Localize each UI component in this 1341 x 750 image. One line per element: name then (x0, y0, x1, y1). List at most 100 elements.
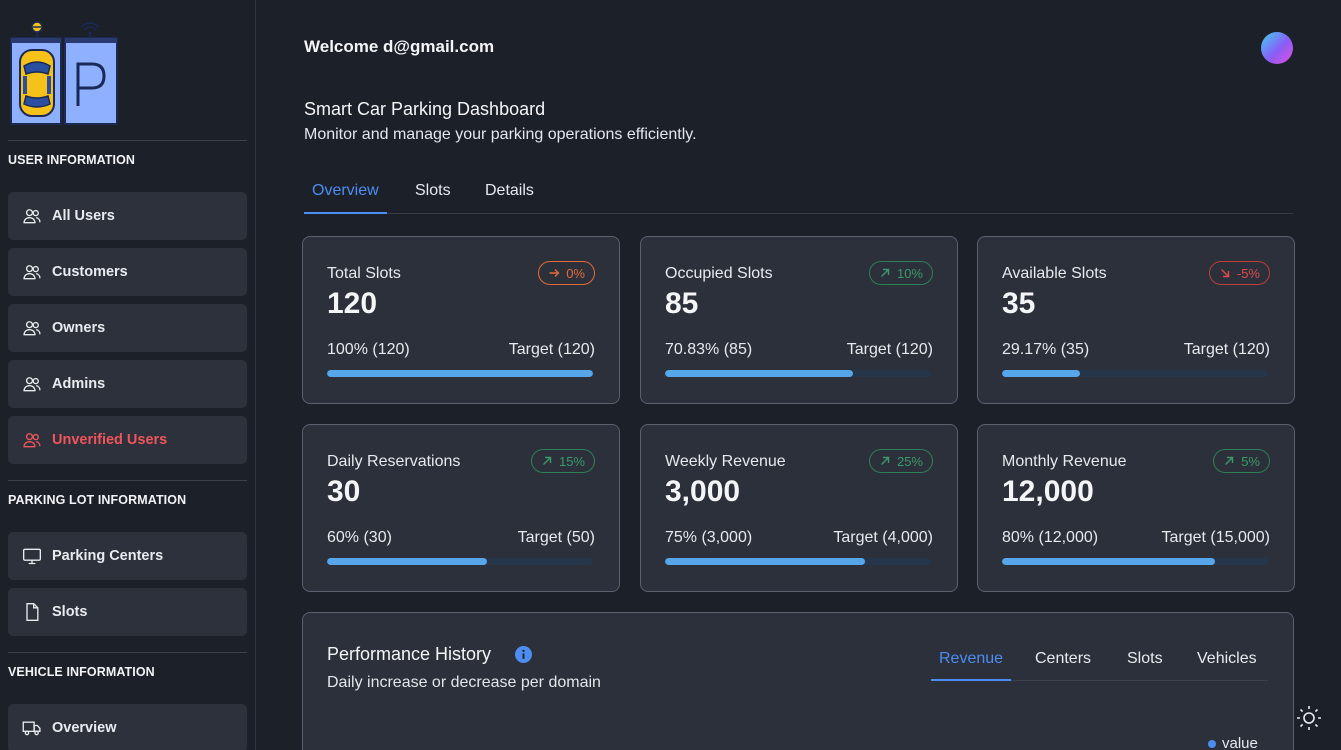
users-icon (23, 377, 41, 392)
badge-text: -5% (1236, 265, 1260, 281)
progress-bar (1002, 558, 1268, 565)
arrow-up-right-icon (1225, 456, 1234, 465)
card-label: Available Slots (1002, 265, 1107, 282)
tab-slots-perf[interactable]: Slots (1119, 650, 1171, 681)
progress-fill (665, 370, 854, 377)
card-label: Occupied Slots (665, 265, 773, 282)
stat-card-occupied-slots: Occupied Slots 85 10% 70.83% (85) Target… (640, 236, 958, 404)
welcome-text: Welcome d@gmail.com (304, 37, 495, 56)
sidebar-item-all-users[interactable]: All Users (8, 192, 247, 240)
progress-bar (1002, 370, 1268, 377)
trend-badge: 10% (868, 261, 933, 285)
card-value: 85 (665, 287, 699, 320)
progress-fill (1002, 558, 1215, 565)
sidebar-divider (8, 480, 247, 481)
stat-card-monthly-revenue: Monthly Revenue 12,000 5% 80% (12,000) T… (977, 424, 1295, 592)
sidebar-item-label: Parking Centers (52, 548, 164, 564)
sidebar-item-label: Admins (52, 376, 106, 392)
performance-history-panel: Performance History Daily increase or de… (302, 612, 1294, 750)
tab-overview[interactable]: Overview (304, 182, 387, 214)
progress-fill (327, 558, 487, 565)
progress-fill (1002, 370, 1080, 377)
performance-title: Performance History (327, 644, 492, 664)
truck-icon (22, 721, 41, 736)
sidebar-item-label: Overview (52, 720, 117, 736)
tab-vehicles[interactable]: Vehicles (1189, 650, 1265, 681)
sidebar-item-parking-centers[interactable]: Parking Centers (8, 532, 247, 580)
sidebar-item-admins[interactable]: Admins (8, 360, 247, 408)
arrow-right-icon (549, 269, 560, 277)
tab-details[interactable]: Details (477, 182, 542, 214)
sidebar-item-owners[interactable]: Owners (8, 304, 247, 352)
badge-text: 0% (566, 265, 585, 281)
chart-legend: value (1208, 735, 1258, 750)
avatar[interactable] (1261, 32, 1293, 64)
badge-text: 5% (1241, 453, 1260, 469)
monitor-icon (23, 548, 41, 565)
sidebar-item-label: Unverified Users (52, 432, 168, 448)
card-label: Daily Reservations (327, 453, 461, 470)
card-label: Monthly Revenue (1002, 453, 1127, 470)
arrow-up-right-icon (880, 268, 890, 277)
section-parking-lot-information: PARKING LOT INFORMATION (8, 493, 187, 507)
sidebar-item-vehicle-overview[interactable]: Overview (8, 704, 247, 750)
trend-badge: 0% (538, 261, 595, 285)
card-value: 120 (327, 287, 378, 320)
card-target: Target (15,000) (1161, 529, 1270, 546)
sidebar-item-customers[interactable]: Customers (8, 248, 247, 296)
card-percent: 70.83% (85) (665, 341, 753, 358)
tab-revenue[interactable]: Revenue (931, 650, 1012, 681)
card-label: Total Slots (327, 265, 401, 282)
card-target: Target (120) (508, 341, 595, 358)
card-percent: 80% (12,000) (1002, 529, 1099, 546)
trend-badge: 25% (868, 449, 933, 473)
sidebar-divider (8, 652, 247, 653)
arrow-up-right-icon (542, 456, 552, 465)
page-title: Smart Car Parking Dashboard (304, 99, 546, 119)
section-user-information: USER INFORMATION (8, 153, 136, 167)
legend-dot (1208, 739, 1216, 748)
tab-centers[interactable]: Centers (1027, 650, 1099, 681)
card-target: Target (50) (517, 529, 595, 546)
progress-fill (665, 558, 865, 565)
sidebar: USER INFORMATION All Users Customers Own… (0, 0, 256, 750)
users-icon (23, 209, 41, 224)
info-icon[interactable] (515, 646, 532, 663)
performance-tabs: Revenue Centers Slots Vehicles (931, 645, 1268, 681)
progress-bar (665, 370, 931, 377)
sidebar-item-label: Slots (52, 604, 88, 620)
stat-card-total-slots: Total Slots 120 0% 100% (120) Target (12… (302, 236, 620, 404)
progress-bar (327, 558, 593, 565)
card-value: 35 (1002, 287, 1036, 320)
tab-slots[interactable]: Slots (407, 182, 459, 214)
badge-text: 15% (558, 453, 585, 469)
card-label: Weekly Revenue (665, 453, 786, 470)
badge-text: 10% (896, 265, 923, 281)
card-value: 12,000 (1002, 475, 1094, 508)
card-percent: 75% (3,000) (665, 529, 753, 546)
card-target: Target (120) (846, 341, 933, 358)
card-value: 3,000 (665, 475, 741, 508)
section-vehicle-information: VEHICLE INFORMATION (8, 665, 155, 679)
users-icon (23, 265, 41, 280)
file-icon (26, 603, 39, 621)
trend-badge: -5% (1208, 261, 1270, 285)
card-target: Target (4,000) (833, 529, 933, 546)
sun-icon[interactable] (1294, 703, 1324, 733)
arrow-up-right-icon (880, 456, 890, 465)
main-content: Welcome d@gmail.com Smart Car Parking Da… (302, 0, 1295, 750)
sidebar-item-label: Customers (52, 264, 128, 280)
sidebar-item-unverified-users[interactable]: Unverified Users (8, 416, 247, 464)
page-subtitle: Monitor and manage your parking operatio… (304, 126, 697, 143)
progress-bar (665, 558, 931, 565)
sidebar-item-label: All Users (52, 208, 115, 224)
sidebar-item-label: Owners (52, 320, 106, 336)
progress-bar (327, 370, 593, 377)
card-percent: 100% (120) (327, 341, 410, 358)
legend-label: value (1222, 735, 1258, 750)
main-tabs: Overview Slots Details (304, 172, 1293, 214)
performance-subtitle: Daily increase or decrease per domain (327, 674, 601, 691)
sidebar-divider (8, 140, 247, 141)
card-value: 30 (327, 475, 361, 508)
sidebar-item-slots[interactable]: Slots (8, 588, 247, 636)
